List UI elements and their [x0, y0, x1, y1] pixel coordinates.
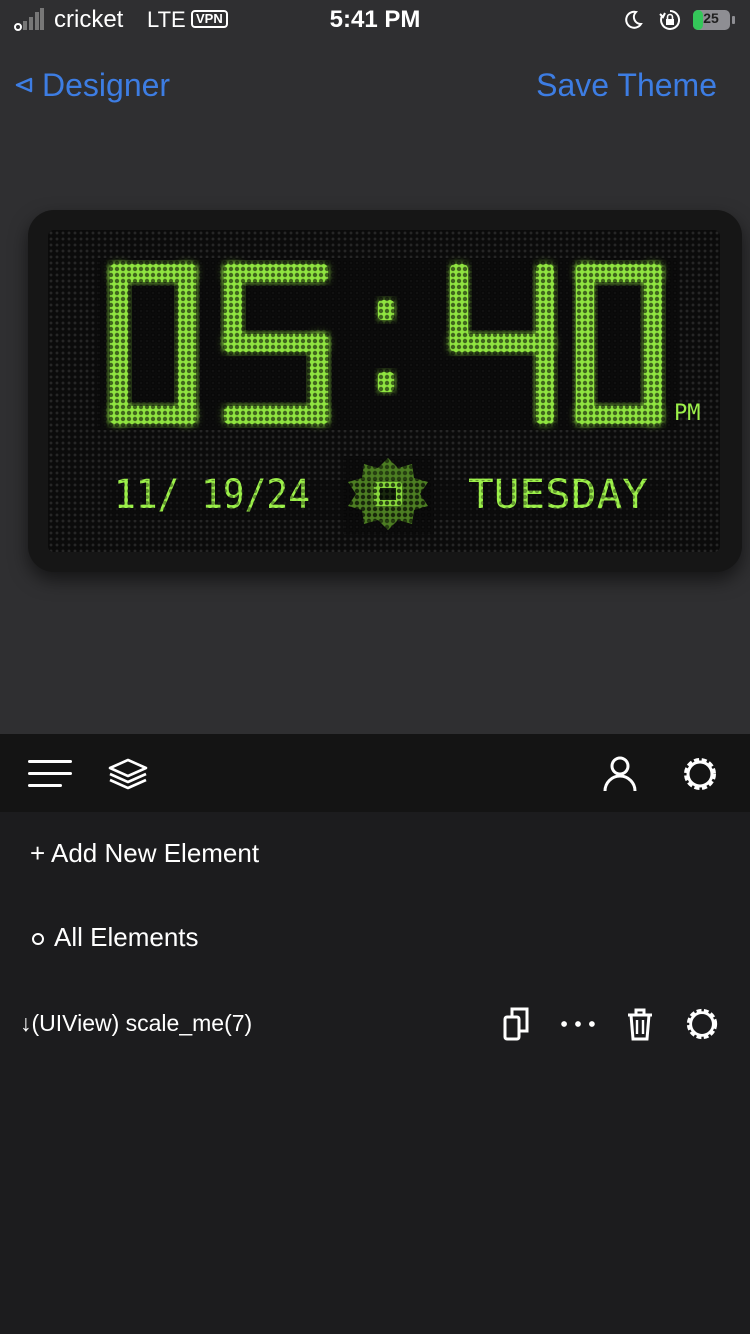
- all-elements-item[interactable]: All Elements: [30, 922, 750, 953]
- all-elements-label: All Elements: [54, 922, 199, 952]
- battery-percent: 25: [703, 10, 719, 26]
- ampm-label: PM: [674, 401, 701, 426]
- status-bar: cricket LTE VPN 5:41 PM 25: [0, 0, 750, 42]
- layers-icon[interactable]: [106, 754, 150, 794]
- element-row-label: ↓(UIView) scale_me(7): [20, 1010, 253, 1036]
- back-button-label: Designer: [42, 66, 171, 103]
- back-arrow-icon: [15, 77, 33, 93]
- save-theme-button[interactable]: Save Theme: [536, 64, 717, 106]
- clock-widget[interactable]: PM 11/ 19/24 TUESDAY: [28, 210, 742, 572]
- rotation-lock-icon: [659, 9, 681, 30]
- more-icon[interactable]: [560, 1006, 596, 1042]
- copy-icon[interactable]: [498, 1006, 534, 1042]
- settings-icon[interactable]: [678, 754, 722, 794]
- menu-icon[interactable]: [28, 754, 72, 794]
- back-button[interactable]: Designer: [14, 64, 170, 106]
- user-icon[interactable]: [598, 754, 642, 794]
- circle-icon: [32, 933, 44, 946]
- add-new-element-button[interactable]: + Add New Element: [30, 838, 750, 869]
- moon-icon: [625, 10, 643, 29]
- toolbar: [0, 734, 750, 812]
- trash-icon[interactable]: [622, 1006, 658, 1042]
- led-screen: PM 11/ 19/24 TUESDAY: [48, 230, 720, 552]
- element-row[interactable]: ↓(UIView) scale_me(7): [0, 1006, 750, 1046]
- settings-icon[interactable]: [684, 1006, 720, 1042]
